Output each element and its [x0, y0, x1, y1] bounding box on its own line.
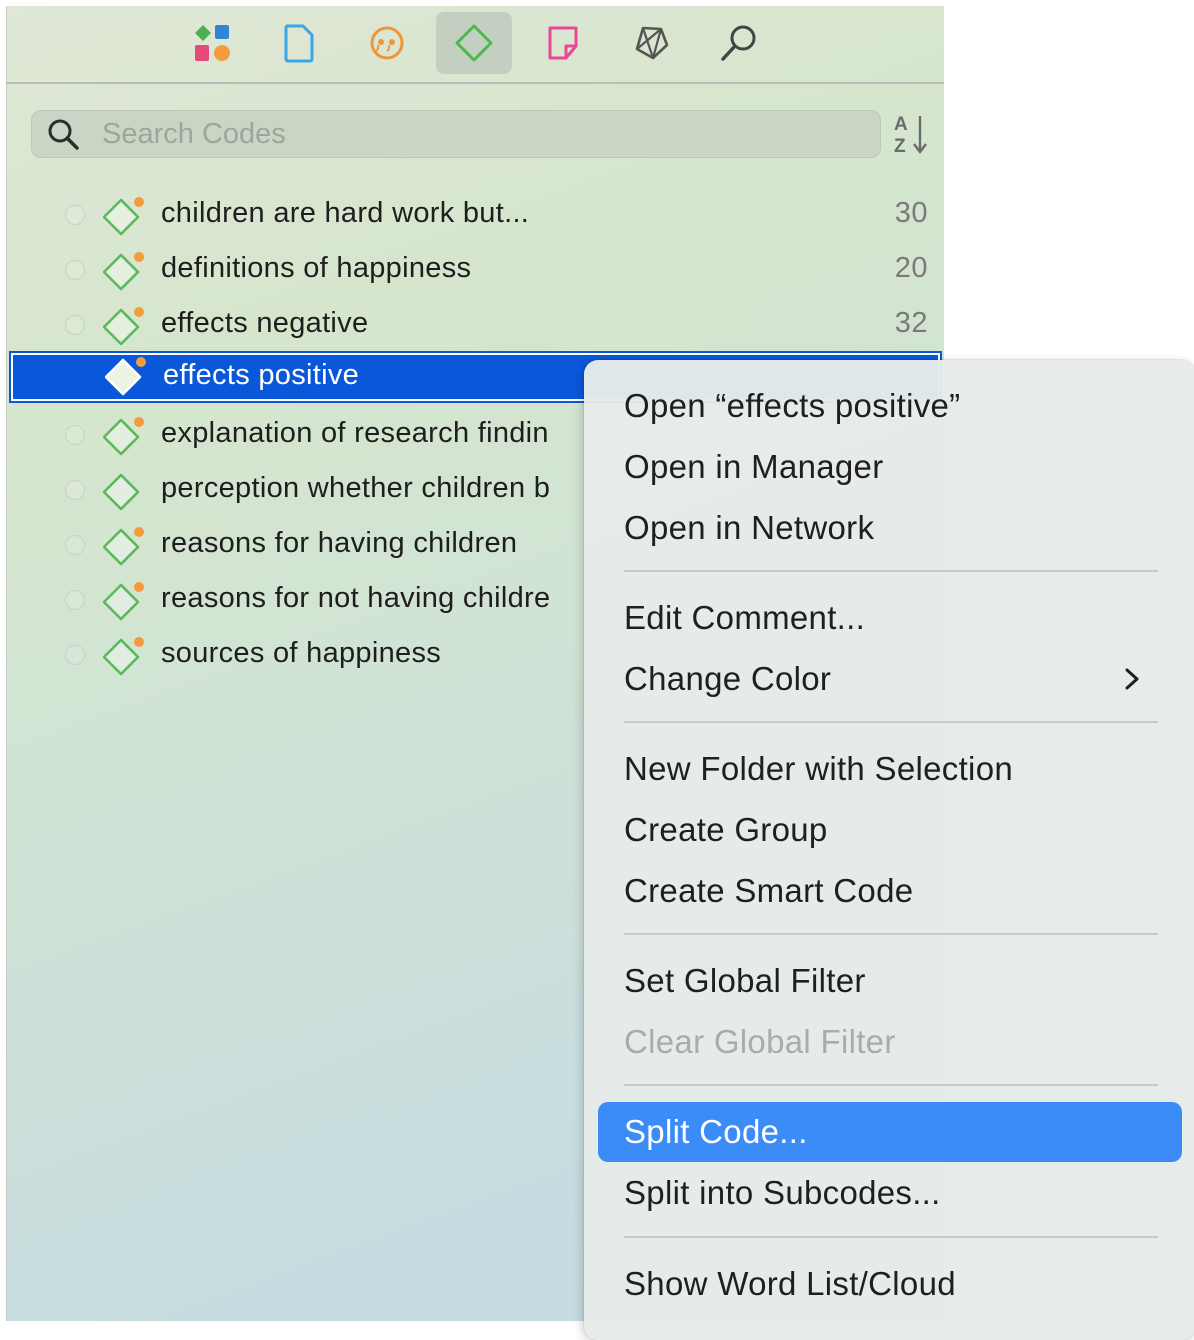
row-checkbox[interactable]: [65, 425, 85, 445]
code-icon: [103, 307, 144, 346]
code-row[interactable]: effects negative 32: [7, 299, 944, 354]
search-input[interactable]: [102, 111, 842, 157]
code-label: definitions of happiness: [161, 252, 472, 284]
code-icon: [103, 637, 144, 676]
svg-text:A: A: [894, 114, 908, 135]
menu-separator: [624, 570, 1158, 572]
menu-item-label: Create Smart Code: [624, 872, 914, 909]
network-icon: [635, 26, 669, 60]
project-explorer-icon: [195, 25, 230, 61]
row-checkbox[interactable]: [65, 315, 85, 335]
row-checkbox[interactable]: [65, 205, 85, 225]
row-checkbox[interactable]: [65, 535, 85, 555]
menu-item-change-color[interactable]: Change Color: [598, 649, 1182, 709]
menu-item-split-into-subcodes[interactable]: Split into Subcodes...: [598, 1163, 1182, 1223]
code-icon: [103, 527, 144, 566]
search-icon: [721, 25, 756, 61]
navigator-toolbar: [7, 6, 944, 84]
code-label: effects negative: [161, 307, 369, 339]
svg-text:Z: Z: [894, 136, 906, 157]
code-count: 30: [894, 197, 928, 229]
row-checkbox[interactable]: [65, 590, 85, 610]
menu-item-label: Set Global Filter: [624, 962, 866, 999]
search-icon: [48, 119, 79, 150]
menu-item-split-code[interactable]: Split Code...: [598, 1102, 1182, 1162]
menu-item-label: New Folder with Selection: [624, 750, 1013, 787]
menu-separator: [624, 933, 1158, 935]
search-project-button[interactable]: [701, 12, 777, 74]
sort-az-icon: A Z: [894, 114, 927, 157]
codes-button[interactable]: [436, 12, 512, 74]
document-icon: [284, 24, 314, 63]
menu-item-label: Open in Network: [624, 509, 875, 546]
menu-item-open-in-network[interactable]: Open in Network: [598, 498, 1182, 558]
menu-item-label: Split Code...: [624, 1113, 808, 1150]
menu-item-open-in-manager[interactable]: Open in Manager: [598, 437, 1182, 497]
menu-item-label: Open in Manager: [624, 448, 884, 485]
chevron-right-icon: [1125, 668, 1139, 690]
row-checkbox[interactable]: [65, 645, 85, 665]
menu-item-show-word-list[interactable]: Show Word List/Cloud: [598, 1254, 1182, 1314]
menu-item-create-smart-code[interactable]: Create Smart Code: [598, 861, 1182, 921]
menu-item-open[interactable]: Open “effects positive”: [598, 376, 1182, 436]
code-icon: [103, 252, 144, 291]
memos-button[interactable]: [525, 12, 601, 74]
context-menu: Open “effects positive” Open in Manager …: [584, 360, 1194, 1340]
menu-item-label: Open “effects positive”: [624, 387, 961, 424]
code-icon: [455, 24, 493, 62]
menu-item-new-folder[interactable]: New Folder with Selection: [598, 739, 1182, 799]
quotations-button[interactable]: [349, 12, 425, 74]
code-row[interactable]: children are hard work but... 30: [7, 189, 944, 244]
code-icon: [103, 582, 144, 621]
row-checkbox[interactable]: [65, 480, 85, 500]
code-label: reasons for having children: [161, 527, 518, 559]
code-count: 20: [894, 252, 928, 284]
row-checkbox[interactable]: [65, 260, 85, 280]
code-icon: [105, 357, 146, 396]
networks-button[interactable]: [613, 12, 689, 74]
menu-item-label: Show Word List/Cloud: [624, 1265, 956, 1302]
menu-separator: [624, 721, 1158, 723]
code-icon: [103, 473, 140, 511]
menu-separator: [624, 1084, 1158, 1086]
search-codes-field[interactable]: [31, 110, 881, 158]
menu-item-edit-comment[interactable]: Edit Comment...: [598, 588, 1182, 648]
code-label: children are hard work but...: [161, 197, 530, 229]
sort-button[interactable]: A Z: [891, 110, 931, 158]
menu-item-label: Change Color: [624, 660, 832, 697]
menu-item-label: Create Group: [624, 811, 828, 848]
memo-icon: [548, 26, 578, 60]
code-count: 32: [894, 307, 928, 339]
code-row[interactable]: definitions of happiness 20: [7, 244, 944, 299]
menu-item-create-group[interactable]: Create Group: [598, 800, 1182, 860]
menu-item-label: Edit Comment...: [624, 599, 866, 636]
project-explorer-button[interactable]: [175, 12, 251, 74]
code-label: perception whether children b: [161, 472, 551, 504]
quotation-icon: [370, 26, 404, 60]
menu-separator: [624, 1236, 1158, 1238]
menu-item-set-global-filter[interactable]: Set Global Filter: [598, 951, 1182, 1011]
code-icon: [103, 417, 144, 456]
menu-item-clear-global-filter: Clear Global Filter: [598, 1012, 1182, 1072]
code-label: sources of happiness: [161, 637, 442, 669]
documents-button[interactable]: [261, 12, 337, 74]
code-icon: [103, 197, 144, 236]
code-label: explanation of research findin: [161, 417, 549, 449]
code-label: reasons for not having childre: [161, 582, 551, 614]
code-label: effects positive: [163, 359, 360, 391]
menu-item-label: Split into Subcodes...: [624, 1174, 941, 1211]
menu-item-label: Clear Global Filter: [624, 1023, 896, 1060]
